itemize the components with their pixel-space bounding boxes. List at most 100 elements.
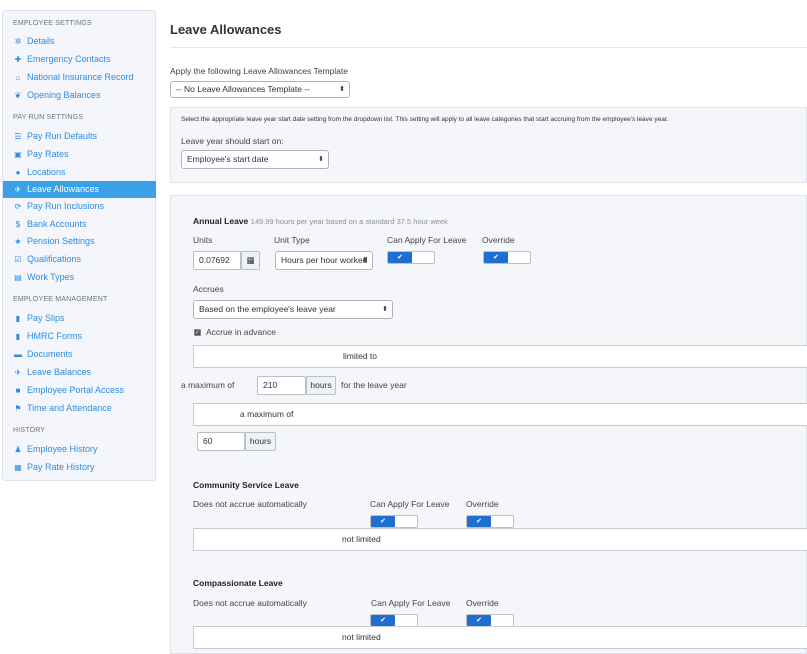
sidebar-item-emergency-contacts[interactable]: ✚ Emergency Contacts <box>3 51 156 68</box>
leave-categories-panel: Annual Leave 149.99 hours per year based… <box>170 195 807 654</box>
compassionate-override-label: Override <box>466 598 499 608</box>
flag-icon: ⚑ <box>14 404 22 413</box>
select-arrows-icon: ⬍ <box>382 306 388 313</box>
units-input[interactable]: 0.07692 <box>193 251 241 270</box>
sidebar-item-employee-history[interactable]: ♟ Employee History <box>3 441 156 458</box>
gear-icon: ✲ <box>14 37 22 46</box>
book-icon: ▤ <box>14 273 22 282</box>
sidebar-item-details[interactable]: ✲ Details <box>3 33 156 50</box>
compassionate-limit-box[interactable]: not limited <box>193 626 807 649</box>
annual-override-toggle[interactable]: ✔ <box>483 251 531 264</box>
community-service-can-apply-toggle[interactable]: ✔ <box>370 515 418 528</box>
template-select[interactable]: -- No Leave Allowances Template -- ⬍ <box>170 81 350 98</box>
sidebar-item-pay-slips[interactable]: ▮ Pay Slips <box>3 310 156 327</box>
units-label: Units <box>193 235 213 245</box>
section-employee-settings: EMPLOYEE SETTINGS <box>13 20 92 27</box>
sidebar-item-national-insurance-record[interactable]: ⌂ National Insurance Record <box>3 69 156 86</box>
money-icon: ▣ <box>14 150 22 159</box>
sidebar-item-work-types[interactable]: ▤ Work Types <box>3 269 156 286</box>
sidebar-item-qualifications[interactable]: ☑ Qualifications <box>3 251 156 268</box>
sidebar-item-pay-rates[interactable]: ▣ Pay Rates <box>3 146 156 163</box>
maximum-suffix: for the leave year <box>341 380 407 390</box>
bank-icon: ⌂ <box>15 73 21 82</box>
check-icon: ✔ <box>467 615 491 626</box>
check-icon: ✔ <box>467 516 491 527</box>
plane-icon: ✈ <box>14 368 22 377</box>
compassionate-accrual: Does not accrue automatically <box>193 598 307 608</box>
sidebar-item-pay-run-defaults[interactable]: ☰ Pay Run Defaults <box>3 128 156 145</box>
sidebar-item-locations[interactable]: ● Locations <box>3 164 156 181</box>
community-service-heading: Community Service Leave <box>193 480 299 490</box>
check-icon: ✔ <box>371 615 395 626</box>
leave-year-note: Select the appropriate leave year start … <box>181 116 669 123</box>
page-title: Leave Allowances <box>170 22 282 37</box>
carry-hours-input[interactable]: 60 <box>197 432 245 451</box>
leaf-icon: ❦ <box>14 91 22 100</box>
sidebar-item-pay-rate-history[interactable]: ▦ Pay Rate History <box>3 459 156 476</box>
dollar-icon: $ <box>15 220 21 229</box>
annual-can-apply-toggle[interactable]: ✔ <box>387 251 435 264</box>
annual-leave-heading: Annual Leave 149.99 hours per year based… <box>193 216 448 226</box>
calculator-button[interactable]: ▦ <box>241 251 260 270</box>
sidebar-item-pay-run-inclusions[interactable]: ⟳ Pay Run Inclusions <box>3 198 156 215</box>
select-arrows-icon: ⬍ <box>339 86 345 93</box>
community-service-override-label: Override <box>466 499 499 509</box>
lock-icon: ■ <box>15 386 21 395</box>
community-service-can-apply-label: Can Apply For Leave <box>370 499 450 509</box>
sidebar-item-hmrc-forms[interactable]: ▮ HMRC Forms <box>3 328 156 345</box>
check-icon: ✔ <box>388 252 412 263</box>
select-arrows-icon: ⬍ <box>318 156 324 163</box>
leave-year-select[interactable]: Employee's start date ⬍ <box>181 150 329 169</box>
list-icon: ☰ <box>14 132 22 141</box>
sidebar-item-employee-portal-access[interactable]: ■ Employee Portal Access <box>3 382 156 399</box>
compassionate-heading: Compassionate Leave <box>193 578 283 588</box>
unit-type-select[interactable]: Hours per hour worked ⬍ <box>275 251 373 270</box>
globe-icon: ● <box>15 168 21 177</box>
sidebar-item-pension-settings[interactable]: ★ Pension Settings <box>3 233 156 250</box>
annual-carry-box[interactable]: a maximum of <box>193 403 807 426</box>
sidebar-item-leave-allowances[interactable]: ✈ Leave Allowances <box>3 181 156 198</box>
file-icon: ▮ <box>15 332 21 341</box>
template-label: Apply the following Leave Allowances Tem… <box>170 66 348 76</box>
maximum-hours-unit: hours <box>306 376 336 395</box>
leave-year-panel: Select the appropriate leave year start … <box>170 107 807 183</box>
section-employee-management: EMPLOYEE MANAGEMENT <box>13 296 108 303</box>
calculator-icon: ▦ <box>246 255 255 265</box>
sidebar-item-bank-accounts[interactable]: $ Bank Accounts <box>3 216 156 233</box>
main-content: Leave Allowances Apply the following Lea… <box>170 0 807 654</box>
section-history: HISTORY <box>13 427 46 434</box>
community-service-override-toggle[interactable]: ✔ <box>466 515 514 528</box>
check-icon: ✔ <box>371 516 395 527</box>
compassionate-can-apply-label: Can Apply For Leave <box>371 598 451 608</box>
title-divider <box>170 47 807 48</box>
checkbox-icon: ☑ <box>14 255 22 264</box>
sidebar-item-leave-balances[interactable]: ✈ Leave Balances <box>3 364 156 381</box>
sidebar: EMPLOYEE SETTINGS ✲ Details ✚ Emergency Co… <box>2 10 156 481</box>
community-service-limit-box[interactable]: not limited <box>193 528 807 551</box>
sidebar-item-opening-balances[interactable]: ❦ Opening Balances <box>3 87 156 104</box>
leave-year-label: Leave year should start on: <box>181 136 284 146</box>
accrues-label: Accrues <box>193 284 224 294</box>
annual-limit-box[interactable]: limited to <box>193 345 807 368</box>
file-icon: ▮ <box>15 314 21 323</box>
maximum-prefix: a maximum of <box>181 380 235 390</box>
override-label: Override <box>482 235 515 245</box>
select-arrows-icon: ⬍ <box>362 257 368 264</box>
sidebar-item-time-and-attendance[interactable]: ⚑ Time and Attendance <box>3 400 156 417</box>
accrue-in-advance-checkbox[interactable]: ✓ <box>194 329 201 336</box>
annual-leave-subtitle: 149.99 hours per year based on a standar… <box>250 217 448 226</box>
accrues-select[interactable]: Based on the employee's leave year ⬍ <box>193 300 393 319</box>
user-icon: ♟ <box>14 445 22 454</box>
section-pay-run-settings: PAY RUN SETTINGS <box>13 114 84 121</box>
accrue-in-advance-label: Accrue in advance <box>206 327 276 337</box>
check-icon: ✔ <box>484 252 508 263</box>
plane-icon: ✈ <box>14 185 22 194</box>
money-history-icon: ▦ <box>14 463 22 472</box>
refresh-icon: ⟳ <box>14 202 22 211</box>
community-service-accrual: Does not accrue automatically <box>193 499 307 509</box>
maximum-hours-input[interactable]: 210 <box>257 376 306 395</box>
folder-icon: ▬ <box>14 350 22 359</box>
can-apply-label: Can Apply For Leave <box>387 235 467 245</box>
carry-hours-unit: hours <box>245 432 276 451</box>
sidebar-item-documents[interactable]: ▬ Documents <box>3 346 156 363</box>
